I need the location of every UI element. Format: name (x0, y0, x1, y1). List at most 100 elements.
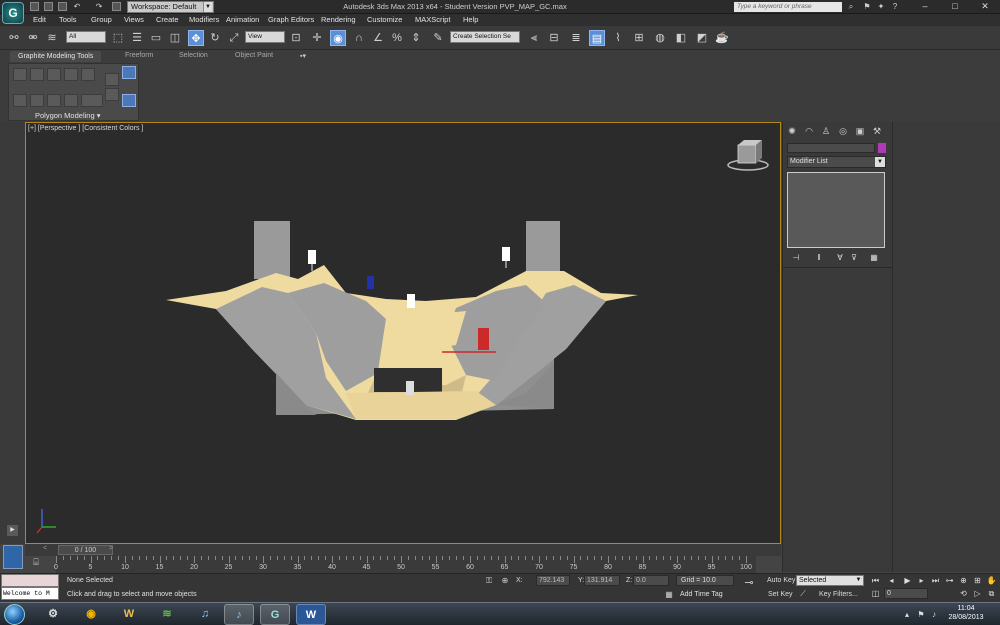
word-icon[interactable]: W (296, 604, 326, 625)
close-button[interactable]: ✕ (970, 0, 1000, 13)
add-time-tag-icon[interactable]: ▦ (664, 590, 674, 600)
steam-icon[interactable]: ⚙ (38, 604, 68, 625)
set-key-icon[interactable]: ⊸ (744, 578, 754, 589)
border-mode-icon[interactable] (47, 68, 61, 81)
chrome-icon[interactable]: ◉ (76, 604, 106, 625)
render-production-icon[interactable]: ☕ (714, 30, 730, 46)
make-unique-icon[interactable]: ∀ (835, 253, 845, 263)
menu-maxscript[interactable]: MAXScript (415, 15, 450, 24)
modify-tab-icon[interactable]: ◠ (803, 125, 815, 137)
minimize-button[interactable]: – (910, 0, 940, 13)
auto-key-button[interactable]: Auto Key (767, 577, 795, 584)
schematic-view-icon[interactable]: ⊞ (631, 30, 647, 46)
show-hidden-icons-icon[interactable]: ▴ (902, 610, 912, 620)
key-mode-dropdown[interactable]: Selected ▼ (796, 575, 864, 586)
zoom-all-icon[interactable]: ⊞ (972, 575, 983, 586)
itunes-icon[interactable]: ♫ (190, 604, 220, 625)
swiftloop-icon[interactable] (47, 94, 61, 107)
app-logo-icon[interactable]: G (2, 2, 24, 24)
tab-graphite-modeling-tools[interactable]: Graphite Modeling Tools (10, 51, 102, 62)
start-button[interactable] (4, 604, 25, 625)
render-setup-icon[interactable]: ◧ (673, 30, 689, 46)
rendered-frame-window-icon[interactable]: ◩ (694, 30, 710, 46)
align-icon[interactable]: ⊟ (546, 30, 562, 46)
current-frame-field[interactable]: 0 (884, 588, 928, 599)
menu-edit[interactable]: Edit (33, 15, 46, 24)
ribbon-options-icon[interactable]: ▪▾ (298, 52, 308, 62)
create-tab-icon[interactable]: ✺ (786, 125, 798, 137)
map-geometry[interactable] (166, 221, 638, 420)
x-coordinate-field[interactable]: 792.143 (536, 575, 570, 586)
spinner-snap-icon[interactable]: ⇕ (408, 30, 424, 46)
add-time-tag-button[interactable]: Add Time Tag (680, 591, 723, 598)
keyboard-shortcut-override-icon[interactable]: ◉ (330, 30, 346, 46)
named-selection-dropdown[interactable]: Create Selection Se (450, 31, 520, 43)
spawn-marker-blue[interactable] (367, 276, 374, 289)
utilities-tab-icon[interactable]: ⚒ (871, 125, 883, 137)
prev-frame-icon[interactable]: < (43, 545, 47, 552)
3ds-max-taskbar-icon[interactable]: G (260, 604, 290, 625)
object-name-field[interactable] (787, 143, 875, 153)
use-nurms-icon[interactable] (122, 94, 136, 107)
polygon-modeling-label[interactable]: Polygon Modeling ▾ (35, 111, 100, 120)
track-bar[interactable]: 0 5 10 15 20 25 30 35 40 45 50 55 60 65 70 75 80 85 90 95 10… (54, 556, 756, 573)
edge-mode-icon[interactable] (30, 68, 44, 81)
object-color-swatch[interactable] (878, 143, 886, 153)
transform-mode-icon[interactable]: ⊕ (500, 576, 510, 586)
angle-snap-icon[interactable]: ∠ (370, 30, 386, 46)
percent-snap-icon[interactable]: % (389, 30, 405, 46)
perspective-viewport[interactable]: [+] [Perspective ] [Consistent Colors ] (25, 122, 781, 544)
menu-group[interactable]: Group (91, 15, 112, 24)
lock-icon[interactable]: ⚿ (484, 576, 494, 586)
modifier-stack[interactable] (787, 172, 885, 248)
action-center-icon[interactable]: ⚑ (916, 610, 926, 620)
select-by-name-icon[interactable]: ☰ (129, 30, 145, 46)
time-configuration-icon[interactable]: ◫ (870, 588, 881, 599)
help-icon[interactable]: ? (890, 2, 900, 12)
configure-modifier-sets-icon[interactable]: ▦ (869, 253, 879, 263)
go-to-end-icon[interactable]: ⏭ (930, 575, 941, 586)
zoom-extents-icon[interactable]: ⊕ (958, 575, 969, 586)
open-file-icon[interactable] (44, 2, 53, 11)
save-file-icon[interactable] (58, 2, 67, 11)
pin-stack-icon[interactable]: ⊣ (791, 253, 801, 263)
menu-create[interactable]: Create (156, 15, 179, 24)
listener-output[interactable]: Welcome to M (1, 587, 59, 600)
hierarchy-tab-icon[interactable]: ♙ (820, 125, 832, 137)
volume-icon[interactable]: ♪ (929, 610, 939, 620)
select-object-icon[interactable]: ⬚ (110, 30, 126, 46)
field-of-view-icon[interactable]: ▷ (972, 588, 983, 599)
pillar-right[interactable] (526, 221, 560, 271)
menu-help[interactable]: Help (463, 15, 478, 24)
material-editor-icon[interactable]: ◍ (652, 30, 668, 46)
rectangle-selection-icon[interactable]: ▭ (148, 30, 164, 46)
edit-named-selection-icon[interactable]: ✎ (430, 30, 446, 46)
viewcube-icon[interactable] (727, 140, 769, 171)
reference-coordinate-dropdown[interactable]: View (245, 31, 285, 43)
spawn-marker-red[interactable] (478, 328, 489, 350)
key-mode-toggle-icon[interactable]: ⊶ (944, 575, 955, 586)
z-coordinate-field[interactable]: 0.0 (633, 575, 669, 586)
maximize-button[interactable]: □ (940, 0, 970, 13)
spawn-marker-white[interactable] (308, 250, 316, 264)
pillar-left[interactable] (254, 221, 290, 279)
orbit-icon[interactable]: ⟲ (958, 588, 969, 599)
repeat-last-icon[interactable] (13, 94, 27, 107)
project-folder-icon[interactable] (112, 2, 121, 11)
bind-space-warp-icon[interactable]: ≋ (44, 30, 60, 46)
time-slider[interactable]: < 0 / 100 > (25, 544, 781, 556)
spotify-icon[interactable]: ≋ (152, 604, 182, 625)
preserve-uvs-icon[interactable] (105, 88, 119, 101)
expand-panel-button[interactable]: ▶ (7, 525, 18, 536)
spawn-marker-white[interactable] (406, 381, 414, 395)
show-end-result-icon[interactable]: ‖ (814, 253, 824, 263)
polygon-mode-icon[interactable] (64, 68, 78, 81)
maxscript-mini-listener[interactable] (1, 574, 59, 587)
curve-editor-mini-icon[interactable]: ⌸ (30, 557, 42, 569)
spawn-marker-white[interactable] (407, 294, 415, 308)
modify-mode-icon[interactable] (122, 66, 136, 79)
itunes-running-icon[interactable]: ♪ (224, 604, 254, 625)
remove-modifier-icon[interactable]: ⊽ (849, 253, 859, 263)
tab-object-paint[interactable]: Object Paint (235, 52, 273, 59)
graphite-toggle-icon[interactable]: ▤ (589, 30, 605, 46)
